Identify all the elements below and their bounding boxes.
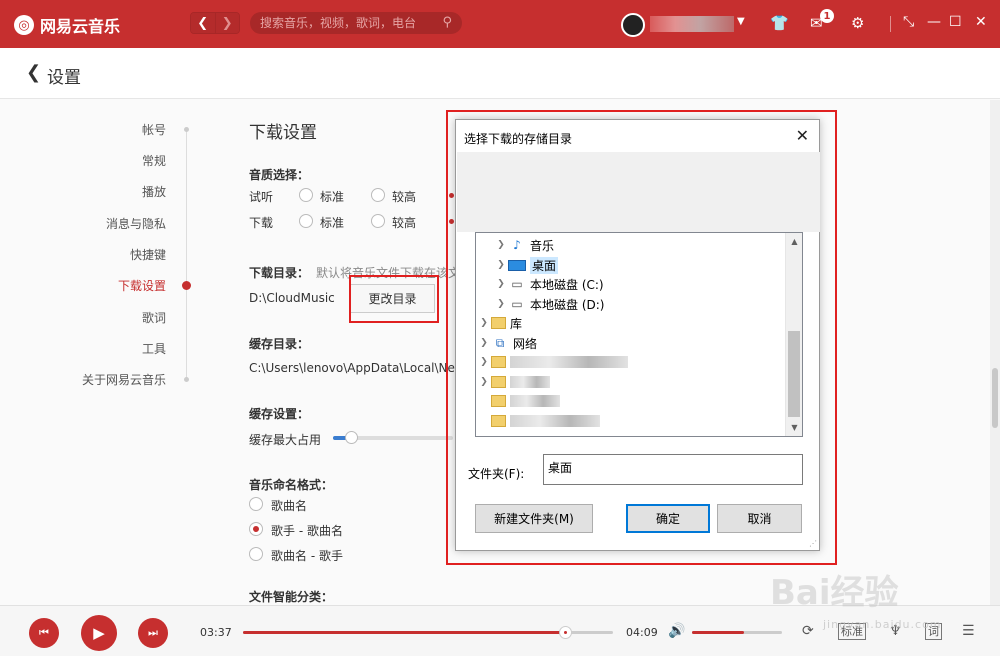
current-time: 03:37 [200, 626, 232, 639]
highlight-change-button [349, 275, 439, 323]
preview-quality-label: 试听 [249, 190, 274, 204]
titlebar-divider [890, 16, 891, 32]
search-icon[interactable]: ⚲ [442, 12, 452, 34]
username-blurred[interactable] [650, 16, 734, 32]
app-logo[interactable]: ◎ 网易云音乐 [14, 13, 120, 37]
naming-option-radio[interactable] [249, 547, 263, 561]
preview-standard-label: 标准 [320, 190, 345, 204]
naming-option-label: 歌手 - 歌曲名 [271, 524, 343, 538]
download-high-label: 较高 [392, 216, 417, 230]
download-standard-label: 标准 [320, 216, 345, 230]
cache-max-label: 缓存最大占用 [249, 433, 322, 447]
maximize-icon[interactable]: ☐ [949, 14, 962, 30]
sidebar-item-account[interactable]: 帐号 [142, 121, 166, 138]
back-arrow-icon[interactable]: ❮ [26, 62, 41, 83]
next-track-icon[interactable]: ⏭ [138, 618, 168, 648]
sidebar-active-dot [182, 281, 191, 290]
naming-option-radio[interactable] [249, 497, 263, 511]
quality-label: 音质选择： [249, 168, 310, 182]
cache-slider-handle[interactable] [345, 431, 358, 444]
loop-mode-icon[interactable]: ⟳ [802, 623, 814, 639]
preview-high-radio[interactable] [371, 188, 385, 202]
settings-gear-icon[interactable]: ⚙ [851, 14, 864, 32]
sidebar-timeline [186, 128, 187, 380]
page-title: 设置 [47, 68, 81, 88]
settings-sidebar: 帐号 常规 播放 消息与隐私 快捷键 下载设置 歌词 工具 关于网易云音乐 [0, 100, 200, 605]
cache-dir-path: C:\Users\lenovo\AppData\Local\Netea [249, 361, 475, 375]
progress-handle[interactable] [558, 626, 572, 639]
search-input[interactable]: 搜索音乐，视频，歌词，电台 ⚲ [250, 12, 462, 34]
naming-option-radio-selected[interactable] [249, 522, 263, 536]
preview-high-label: 较高 [392, 190, 417, 204]
highlight-dialog [446, 110, 837, 565]
mini-mode-icon[interactable]: ⤡ [903, 14, 914, 30]
forward-nav-button[interactable]: ❯ [214, 13, 239, 33]
back-nav-button[interactable]: ❮ [191, 13, 215, 33]
volume-slider[interactable] [692, 631, 782, 634]
smart-sort-label: 文件智能分类： [249, 590, 334, 604]
netease-logo-icon: ◎ [14, 15, 34, 35]
playback-progress-bar[interactable] [243, 626, 613, 639]
settings-header: ❮ 设置 [0, 48, 1000, 99]
naming-option-label: 歌曲名 [271, 499, 308, 513]
mail-badge: 1 [820, 9, 834, 23]
total-time: 04:09 [626, 626, 658, 639]
cache-dir-label: 缓存目录： [249, 337, 310, 351]
playlist-icon[interactable]: ☰ [962, 623, 975, 639]
sidebar-item-lyrics[interactable]: 歌词 [142, 309, 166, 326]
sidebar-item-download[interactable]: 下载设置 [118, 277, 166, 294]
sidebar-item-general[interactable]: 常规 [142, 152, 166, 169]
naming-option-label: 歌曲名 - 歌手 [271, 549, 343, 563]
sidebar-item-shortcuts[interactable]: 快捷键 [130, 246, 166, 263]
naming-format-label: 音乐命名格式： [249, 478, 334, 492]
title-bar: ◎ 网易云音乐 ❮ ❯ 搜索音乐，视频，歌词，电台 ⚲ ▼ 👕 ✉ 1 ⚙ ⤡ … [0, 0, 1000, 48]
avatar[interactable] [621, 13, 645, 37]
sidebar-dot [184, 377, 189, 382]
sidebar-item-about[interactable]: 关于网易云音乐 [82, 371, 166, 388]
volume-icon[interactable]: 🔊 [668, 623, 685, 639]
download-dir-label: 下载目录： [249, 266, 310, 280]
download-high-radio[interactable] [371, 214, 385, 228]
cache-size-slider[interactable] [333, 431, 453, 444]
close-window-icon[interactable]: ✕ [975, 14, 987, 30]
progress-fill [243, 631, 565, 634]
download-dir-path: D:\CloudMusic [249, 291, 335, 305]
history-nav: ❮ ❯ [190, 12, 240, 34]
minimize-icon[interactable]: — [927, 14, 941, 30]
baidu-watermark-url: jingyan.baidu.com [823, 618, 942, 631]
volume-fill [692, 631, 745, 634]
section-title: 下载设置 [249, 123, 317, 143]
cache-settings-label: 缓存设置： [249, 407, 310, 421]
page-scrollbar[interactable] [990, 100, 1000, 605]
sidebar-item-playback[interactable]: 播放 [142, 183, 166, 200]
app-name: 网易云音乐 [40, 17, 121, 36]
sidebar-dot [184, 127, 189, 132]
sidebar-item-privacy[interactable]: 消息与隐私 [106, 215, 166, 232]
download-standard-radio[interactable] [299, 214, 313, 228]
play-icon[interactable]: ▶ [81, 615, 117, 651]
download-quality-label: 下载 [249, 216, 274, 230]
skin-tshirt-icon[interactable]: 👕 [770, 14, 789, 32]
baidu-watermark: Bai经验 [770, 573, 899, 613]
preview-standard-radio[interactable] [299, 188, 313, 202]
page-scrollbar-thumb[interactable] [992, 368, 998, 428]
user-menu-caret-icon[interactable]: ▼ [737, 16, 745, 27]
search-placeholder: 搜索音乐，视频，歌词，电台 [260, 16, 417, 30]
previous-track-icon[interactable]: ⏮ [29, 618, 59, 648]
sidebar-item-tools[interactable]: 工具 [142, 340, 166, 357]
